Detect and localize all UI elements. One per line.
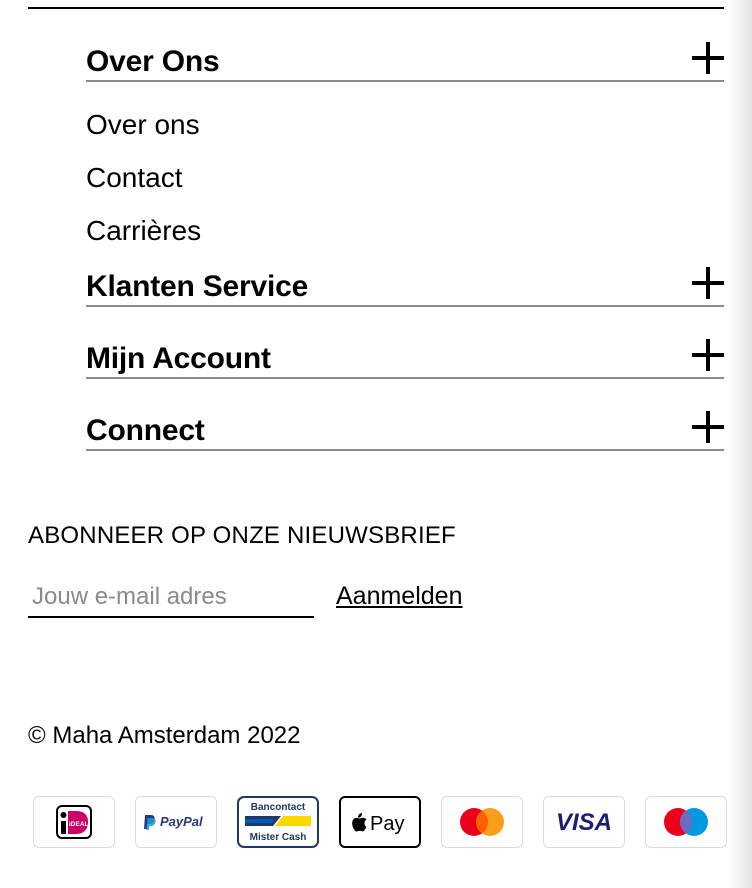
maestro-icon	[645, 796, 727, 848]
paypal-label: PayPal	[160, 814, 203, 829]
edge-shadow	[728, 0, 752, 888]
plus-icon[interactable]	[692, 42, 724, 74]
visa-label: VISA	[556, 809, 612, 835]
copyright-text: © Maha Amsterdam 2022	[28, 722, 301, 749]
bancontact-icon: Bancontact Mister Cash	[237, 796, 319, 848]
newsletter-subscribe-button[interactable]: Aanmelden	[336, 582, 462, 611]
newsletter-email-input[interactable]	[28, 578, 314, 618]
mastercard-icon	[441, 796, 523, 848]
plus-icon[interactable]	[692, 339, 724, 371]
plus-icon[interactable]	[692, 267, 724, 299]
link-carrieres[interactable]: Carrières	[86, 204, 724, 257]
link-contact[interactable]: Contact	[86, 151, 724, 204]
bancontact-label: Bancontact	[251, 802, 306, 813]
payment-methods: iDEAL PayPal Bancontact Mister Cash Pay	[33, 796, 727, 848]
accordion-header-over-ons[interactable]: Over Ons	[86, 40, 724, 82]
top-divider	[28, 7, 724, 9]
apple-pay-icon: Pay	[339, 796, 421, 848]
accordion-header-connect[interactable]: Connect	[86, 409, 724, 451]
newsletter-title: ABONNEER OP ONZE NIEUWSBRIEF	[28, 522, 456, 549]
section-title: Over Ons	[86, 45, 220, 78]
paypal-icon: PayPal	[135, 796, 217, 848]
accordion-section-klanten-service: Klanten Service	[86, 265, 724, 307]
footer-accordion: Over Ons Over ons Contact Carrières Klan…	[86, 40, 724, 451]
accordion-section-over-ons: Over Ons Over ons Contact Carrières	[86, 40, 724, 267]
accordion-header-klanten-service[interactable]: Klanten Service	[86, 265, 724, 307]
ideal-icon: iDEAL	[33, 796, 115, 848]
section-title: Klanten Service	[86, 270, 309, 303]
visa-icon: VISA	[543, 796, 625, 848]
ideal-label: iDEAL	[69, 821, 89, 828]
accordion-section-mijn-account: Mijn Account	[86, 337, 724, 379]
section-title: Mijn Account	[86, 342, 271, 375]
accordion-header-mijn-account[interactable]: Mijn Account	[86, 337, 724, 379]
section-title: Connect	[86, 414, 205, 447]
mister-cash-label: Mister Cash	[250, 832, 307, 843]
accordion-section-connect: Connect	[86, 409, 724, 451]
plus-icon[interactable]	[692, 411, 724, 443]
accordion-links: Over ons Contact Carrières	[86, 82, 724, 267]
apple-pay-label: Pay	[370, 813, 404, 835]
link-over-ons[interactable]: Over ons	[86, 98, 724, 151]
